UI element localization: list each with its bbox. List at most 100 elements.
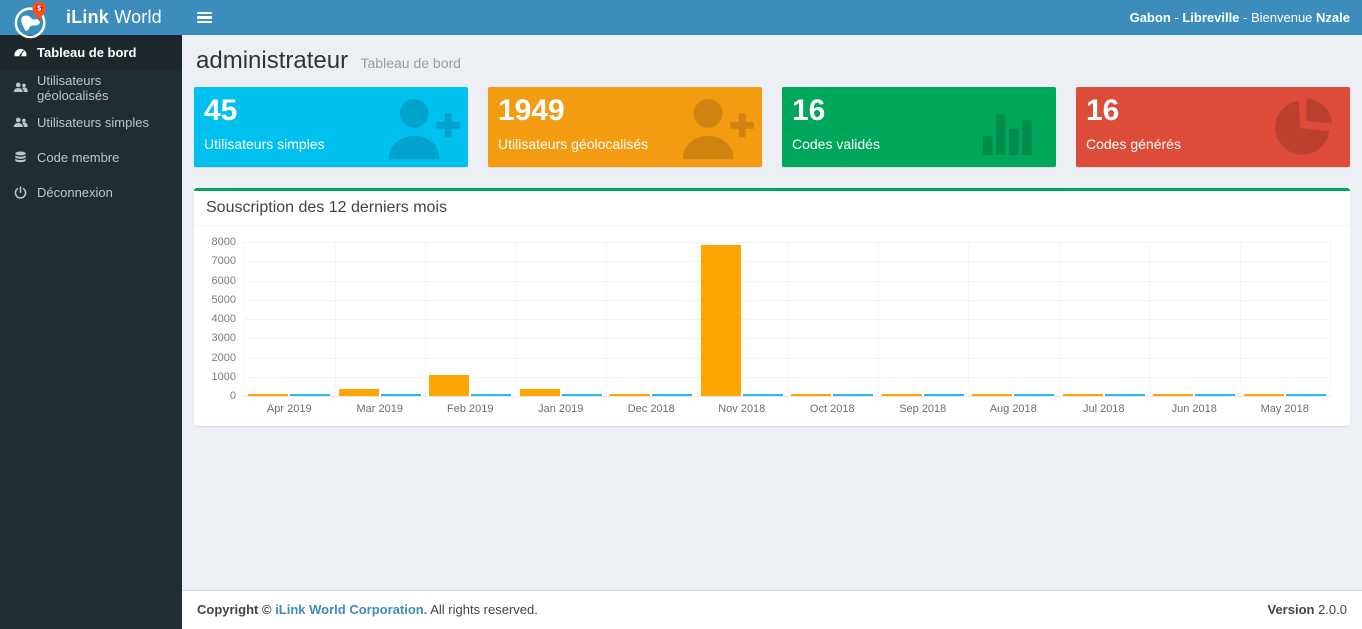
database-icon [13, 150, 28, 165]
gridline-v [425, 242, 426, 396]
gridline-h [244, 396, 1330, 397]
hamburger-icon [197, 12, 212, 15]
chart-bar-series-1 [520, 389, 560, 396]
gridline-v [697, 242, 698, 396]
y-axis-tick: 3000 [202, 332, 236, 344]
page-subtitle: Tableau de bord [361, 55, 461, 71]
sidebar-item-utilisateurs-simples[interactable]: Utilisateurs simples [0, 105, 182, 140]
chart-bar-series-2 [1195, 394, 1235, 396]
y-axis-tick: 7000 [202, 255, 236, 267]
user-plus-icon [382, 92, 460, 162]
user-greeting[interactable]: Gabon - Libreville - Bienvenue Nzale [1130, 0, 1362, 35]
x-axis-label: May 2018 [1243, 403, 1327, 415]
page-footer: Copyright © iLink World Corporation. All… [182, 590, 1362, 629]
x-axis-label: Mar 2019 [338, 403, 422, 415]
gridline-v [1149, 242, 1150, 396]
users-icon [13, 80, 28, 95]
x-axis-label: Dec 2018 [609, 403, 693, 415]
y-axis-tick: 5000 [202, 294, 236, 306]
sidebar-item-tableau-de-bord[interactable]: Tableau de bord [0, 35, 182, 70]
greeting-username: Nzale [1316, 10, 1350, 25]
greeting-country: Gabon [1130, 10, 1171, 25]
chart-bar-series-1 [429, 375, 469, 396]
chart-bar-series-1 [339, 389, 379, 396]
x-axis-label: Jul 2018 [1062, 403, 1146, 415]
chart-bar-series-2 [381, 394, 421, 396]
y-axis-tick: 4000 [202, 313, 236, 325]
sidebar-menu: Tableau de bord Utilisateurs géolocalisés… [0, 35, 182, 210]
sidebar-item-label: Tableau de bord [37, 45, 136, 60]
y-axis-tick: 2000 [202, 352, 236, 364]
gridline-v [1240, 242, 1241, 396]
chart-bar-series-2 [1286, 394, 1326, 396]
gridline-v [1059, 242, 1060, 396]
chart-bar-series-1 [610, 394, 650, 396]
chart-body: 010002000300040005000600070008000Apr 201… [194, 226, 1350, 426]
chart-bar-series-1 [701, 245, 741, 396]
chart-bar-series-2 [562, 394, 602, 396]
chart-bar-series-2 [833, 394, 873, 396]
sidebar-item-label: Code membre [37, 150, 119, 165]
chart-bar-series-2 [743, 394, 783, 396]
chart-bar-series-2 [1014, 394, 1054, 396]
gridline-v [244, 242, 245, 396]
chart-bar-series-1 [972, 394, 1012, 396]
top-navbar: $ iLink World Gabon - Libreville - Bienv… [0, 0, 1362, 35]
x-axis-label: Feb 2019 [428, 403, 512, 415]
gridline-v [787, 242, 788, 396]
gridline-v [878, 242, 879, 396]
sidebar-item-utilisateurs-geolocalises[interactable]: Utilisateurs géolocalisés [0, 70, 182, 105]
y-axis-tick: 6000 [202, 275, 236, 287]
chart-bar-series-1 [791, 394, 831, 396]
y-axis-tick: 8000 [202, 236, 236, 248]
chart-bar-series-1 [1063, 394, 1103, 396]
chart-title: Souscription des 12 derniers mois [194, 191, 1350, 226]
stat-cards-row: 45Utilisateurs simples1949Utilisateurs g… [194, 87, 1350, 167]
sidebar-item-deconnexion[interactable]: Déconnexion [0, 175, 182, 210]
sidebar-item-label: Utilisateurs géolocalisés [37, 73, 172, 103]
x-axis-label: Aug 2018 [971, 403, 1055, 415]
svg-text:$: $ [37, 4, 41, 12]
sidebar-item-code-membre[interactable]: Code membre [0, 140, 182, 175]
chart-bar-series-2 [471, 394, 511, 396]
stat-card-codes-valides: 16Codes validés [782, 87, 1056, 167]
chart-bar-series-2 [290, 394, 330, 396]
chart-bar-series-2 [652, 394, 692, 396]
gridline-v [516, 242, 517, 396]
stat-card-utilisateurs-simples: 45Utilisateurs simples [194, 87, 468, 167]
brand[interactable]: $ iLink World [0, 0, 182, 35]
chart-bar-series-1 [882, 394, 922, 396]
dashboard-icon [13, 45, 28, 60]
sidebar-item-label: Utilisateurs simples [37, 115, 149, 130]
subscription-chart: 010002000300040005000600070008000Apr 201… [202, 230, 1342, 418]
gridline-v [606, 242, 607, 396]
chart-bar-series-1 [248, 394, 288, 396]
users-icon [13, 115, 28, 130]
main-content: administrateur Tableau de bord 45Utilisa… [182, 35, 1362, 590]
x-axis-label: Sep 2018 [881, 403, 965, 415]
x-axis-label: Jun 2018 [1152, 403, 1236, 415]
stat-card-utilisateurs-geolocalises: 1949Utilisateurs géolocalisés [488, 87, 762, 167]
page-title: administrateur [196, 47, 348, 74]
x-axis-label: Oct 2018 [790, 403, 874, 415]
sidebar-item-label: Déconnexion [37, 185, 113, 200]
x-axis-label: Jan 2019 [519, 403, 603, 415]
copyright-text: Copyright © iLink World Corporation. All… [197, 602, 538, 618]
page-head: administrateur Tableau de bord [196, 47, 1348, 75]
gridline-v [1330, 242, 1331, 396]
sidebar: Tableau de bord Utilisateurs géolocalisés… [0, 35, 182, 629]
chart-bar-series-2 [1105, 394, 1145, 396]
navbar-spacer [226, 0, 1130, 35]
chart-bar-series-1 [1153, 394, 1193, 396]
x-axis-label: Nov 2018 [700, 403, 784, 415]
subscription-chart-box: Souscription des 12 derniers mois 010002… [194, 188, 1350, 426]
bar-chart-icon [970, 92, 1048, 162]
gridline-v [968, 242, 969, 396]
sidebar-toggle-button[interactable] [182, 0, 226, 35]
user-plus-icon [676, 92, 754, 162]
stat-card-codes-generes: 16Codes générés [1076, 87, 1350, 167]
y-axis-tick: 0 [202, 390, 236, 402]
company-link[interactable]: iLink World Corporation. [275, 602, 427, 617]
power-icon [13, 185, 28, 200]
version-text: Version 2.0.0 [1268, 602, 1348, 618]
